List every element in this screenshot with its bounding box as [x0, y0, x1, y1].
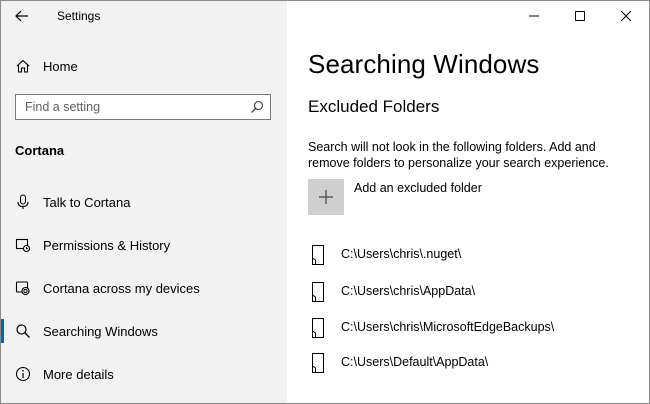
- find-setting-search[interactable]: [15, 94, 271, 120]
- sidebar-item-label: Talk to Cortana: [43, 194, 131, 210]
- folder-path: C:\Users\chris\.nuget\: [341, 247, 462, 261]
- add-tile[interactable]: [308, 179, 344, 215]
- sidebar-item-more-details[interactable]: More details: [1, 354, 287, 394]
- section-heading: Cortana: [15, 143, 65, 158]
- devices-icon: [15, 280, 31, 296]
- close-button[interactable]: [603, 1, 649, 31]
- sidebar-item-cortana-across-devices[interactable]: Cortana across my devices: [1, 268, 287, 308]
- page-title: Searching Windows: [308, 49, 540, 79]
- folder-path: C:\Users\chris\AppData\: [341, 284, 476, 298]
- maximize-button[interactable]: [557, 1, 603, 31]
- minimize-icon: [529, 15, 539, 17]
- main-content: Searching Windows Excluded Folders Searc…: [287, 1, 649, 403]
- home-icon: [15, 58, 31, 74]
- add-excluded-folder-label: Add an excluded folder: [354, 181, 482, 195]
- sidebar-item-label: Searching Windows: [43, 323, 158, 339]
- selection-indicator: [1, 319, 4, 343]
- sidebar-item-label: Cortana across my devices: [43, 280, 200, 296]
- folder-icon: [312, 318, 324, 338]
- sidebar-item-searching-windows[interactable]: Searching Windows: [1, 311, 287, 351]
- back-button[interactable]: [11, 6, 33, 26]
- section-title: Excluded Folders: [308, 97, 440, 116]
- description-text: Search will not look in the following fo…: [308, 140, 609, 170]
- plus-icon: [319, 190, 333, 204]
- search-input[interactable]: [16, 95, 245, 119]
- folder-icon: [312, 353, 324, 373]
- nav-home[interactable]: Home: [1, 46, 287, 86]
- title-bar: Settings: [1, 1, 287, 31]
- permissions-icon: [15, 237, 31, 253]
- sidebar-item-label: Permissions & History: [43, 237, 171, 253]
- app-title: Settings: [57, 9, 101, 23]
- folder-icon: [312, 245, 324, 265]
- search-icon: [15, 323, 31, 339]
- nav-home-label: Home: [43, 58, 78, 74]
- window-controls: [511, 1, 649, 31]
- maximize-icon: [575, 11, 585, 21]
- back-arrow-icon: [15, 10, 28, 22]
- microphone-icon: [15, 194, 31, 210]
- info-icon: [15, 366, 31, 382]
- folder-path: C:\Users\chris\MicrosoftEdgeBackups\: [341, 320, 555, 334]
- folder-icon: [312, 282, 324, 302]
- sidebar-item-label: More details: [43, 366, 114, 382]
- sidebar-item-talk-to-cortana[interactable]: Talk to Cortana: [1, 182, 287, 222]
- sidebar-item-permissions-history[interactable]: Permissions & History: [1, 225, 287, 265]
- close-icon: [621, 11, 631, 21]
- folder-path: C:\Users\Default\AppData\: [341, 355, 489, 369]
- search-icon: [251, 100, 264, 113]
- settings-window: Settings Home Cortana: [0, 0, 650, 404]
- minimize-button[interactable]: [511, 1, 557, 31]
- sidebar: Settings Home Cortana: [1, 1, 287, 403]
